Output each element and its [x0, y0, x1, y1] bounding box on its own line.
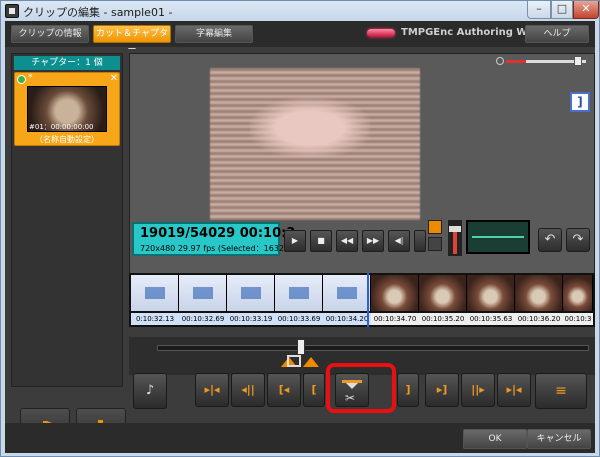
- prev-frame-button[interactable]: ◀|: [388, 230, 410, 252]
- audio-monitor-toggle[interactable]: [428, 220, 442, 234]
- rewind-button[interactable]: ◀◀: [336, 230, 358, 252]
- tab-cut-and-chapter[interactable]: カット＆チャプター: [93, 25, 171, 55]
- app-icon: [5, 4, 19, 18]
- timeline-frame[interactable]: [371, 275, 419, 311]
- tab-subtitle-edit[interactable]: 字幕編集: [175, 25, 253, 43]
- video-preview-panel: ] 19019/54029 00:10:3 720x480 29.97 fps …: [129, 53, 595, 293]
- frame-time: 00:10:33.69: [275, 313, 323, 325]
- frame-time: 00:10:35.63: [467, 313, 515, 325]
- zoom-knob[interactable]: [574, 56, 582, 66]
- play-button[interactable]: ▶: [284, 230, 306, 252]
- aspect-ratio-icon[interactable]: ]: [570, 92, 590, 112]
- chapter-modified-star: *: [28, 73, 33, 83]
- cut-marker-frame: [287, 355, 301, 367]
- seek-knob[interactable]: [297, 339, 305, 355]
- timeline-frame[interactable]: [467, 275, 515, 311]
- timeline-frame[interactable]: [131, 275, 179, 311]
- cut-end-button[interactable]: ]: [397, 373, 419, 407]
- timeline-frame[interactable]: [563, 275, 593, 311]
- set-cut-out-button[interactable]: ▸]: [425, 373, 459, 407]
- main-window: クリップの編集 - sample01 - – □ ✕ クリップの情報 カット＆チ…: [0, 0, 600, 457]
- timecode-display: 19019/54029 00:10:3 720x480 29.97 fps (S…: [132, 222, 295, 256]
- next-frame-button[interactable]: [414, 230, 426, 252]
- dialog-footer: OK キャンセル: [5, 423, 595, 453]
- go-to-start-button[interactable]: ▸|◂: [195, 373, 229, 407]
- frame-time: 00:10:33.19: [227, 313, 275, 325]
- timeline-frame[interactable]: [227, 275, 275, 311]
- next-cut-button[interactable]: ||▸: [461, 373, 495, 407]
- timeline-frame[interactable]: [419, 275, 467, 311]
- annotation-highlight: [326, 363, 396, 413]
- timeline-filmstrip[interactable]: 0:10:32.13 00:10:32.69 00:10:33.19 00:10…: [129, 273, 595, 327]
- frame-time: 0:10:32.13: [131, 313, 179, 325]
- edit-chapter-icon[interactable]: [17, 75, 26, 84]
- redo-button[interactable]: ↷: [566, 228, 590, 252]
- frame-time: 00:10:34.20: [323, 313, 371, 325]
- timeline-frame[interactable]: [515, 275, 563, 311]
- volume-slider[interactable]: [448, 220, 462, 256]
- close-button[interactable]: ✕: [573, 1, 599, 19]
- timeline-frame[interactable]: [323, 275, 371, 311]
- close-icon[interactable]: ✕: [109, 74, 119, 84]
- chapter-name-label: （名称自動設定）: [35, 135, 99, 144]
- frame-time: 00:10:35.20: [419, 313, 467, 325]
- maximize-button[interactable]: □: [551, 1, 573, 19]
- prev-cut-button[interactable]: ◂||: [231, 373, 265, 407]
- chapter-item[interactable]: * ✕ #01：00:00:00:00 （名称自動設定）: [14, 72, 120, 146]
- set-cut-in-button[interactable]: [◂: [267, 373, 301, 407]
- go-to-end-button[interactable]: ▸|◂: [497, 373, 531, 407]
- window-title: クリップの編集 - sample01 -: [23, 6, 173, 19]
- stop-button[interactable]: ■: [310, 230, 332, 252]
- waveform-line: [472, 236, 524, 238]
- undo-button[interactable]: ↶: [538, 228, 562, 252]
- cut-out-marker[interactable]: [303, 357, 319, 367]
- frame-time: 00:10:32.69: [179, 313, 227, 325]
- title-bar[interactable]: クリップの編集 - sample01 - – □ ✕: [1, 1, 599, 21]
- video-frame: [210, 68, 420, 220]
- volume-fill: [453, 230, 457, 254]
- chapter-timecode: #01：00:00:00:00: [29, 123, 94, 131]
- audio-waveform-button[interactable]: ♪: [133, 373, 167, 409]
- playhead[interactable]: [367, 273, 369, 327]
- zoom-icon: [496, 57, 504, 65]
- video-info: 720x480 29.97 fps (Selected：16322: [140, 244, 290, 253]
- cut-seek-track[interactable]: [157, 345, 589, 351]
- cut-list-button[interactable]: ≡: [535, 373, 587, 409]
- chapter-count-header: チャプター：1 個: [14, 56, 120, 70]
- editor-client-area: クリップの情報 カット＆チャプター 字幕編集 TMPGEnc Authoring…: [5, 21, 595, 453]
- brand-led-icon: [367, 29, 395, 37]
- volume-knob[interactable]: [449, 226, 461, 232]
- help-button[interactable]: ヘルプ: [525, 25, 589, 43]
- cut-start-button[interactable]: [: [303, 373, 325, 407]
- audio-waveform-monitor: [466, 220, 530, 254]
- frame-time: 00:10:36.20: [515, 313, 563, 325]
- tab-clip-info[interactable]: クリップの情報: [11, 25, 89, 43]
- cancel-button[interactable]: キャンセル: [527, 429, 591, 449]
- fast-forward-button[interactable]: ▶▶: [362, 230, 384, 252]
- zoom-fill: [506, 60, 526, 63]
- frame-timecode: 19019/54029 00:10:3: [140, 226, 296, 241]
- zoom-slider[interactable]: [496, 56, 592, 66]
- top-toolbar: クリップの情報 カット＆チャプター 字幕編集 TMPGEnc Authoring…: [5, 21, 595, 55]
- ok-button[interactable]: OK: [463, 429, 527, 449]
- timeline-frame[interactable]: [275, 275, 323, 311]
- timeline-frame[interactable]: [179, 275, 227, 311]
- chapter-panel: チャプター：1 個 * ✕ #01：00:00:00:00 （名称自動設定） +: [11, 53, 126, 448]
- frame-time: 00:10:3: [563, 313, 593, 325]
- frame-time: 00:10:34.70: [371, 313, 419, 325]
- monitor-settings-button[interactable]: [428, 237, 442, 251]
- minimize-button[interactable]: –: [527, 1, 551, 19]
